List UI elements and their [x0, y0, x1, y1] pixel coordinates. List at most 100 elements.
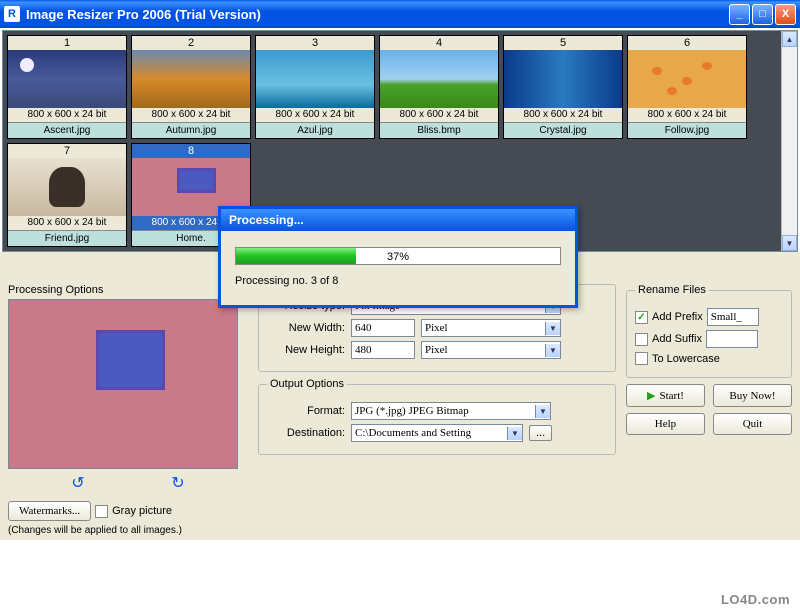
new-height-label: New Height:	[267, 344, 345, 356]
width-unit-select[interactable]: Pixel ▼	[421, 319, 561, 337]
watermarks-button[interactable]: Watermarks...	[8, 501, 91, 521]
processing-options-panel: Processing Options ↺ ↻ Watermarks... Gra…	[8, 284, 248, 536]
thumbnail-image	[628, 50, 746, 108]
thumbnail[interactable]: 3 800 x 600 x 24 bitAzul.jpg	[255, 35, 375, 139]
thumbnail-dimensions: 800 x 600 x 24 bit	[504, 108, 622, 121]
destination-select[interactable]: C:\Documents and Setting ▼	[351, 424, 523, 442]
thumbnail[interactable]: 5 800 x 600 x 24 bitCrystal.jpg	[503, 35, 623, 139]
progress-bar: 37%	[235, 247, 561, 265]
thumbnail-index: 5	[504, 36, 622, 50]
add-prefix-label: Add Prefix	[652, 311, 703, 323]
chevron-down-icon: ▼	[545, 322, 560, 335]
thumbnail-index: 6	[628, 36, 746, 50]
site-watermark: LO4D.com	[721, 592, 790, 607]
dialog-title: Processing...	[221, 209, 575, 231]
chevron-down-icon: ▼	[535, 405, 550, 418]
thumbnail[interactable]: 2 800 x 600 x 24 bitAutumn.jpg	[131, 35, 251, 139]
format-select[interactable]: JPG (*.jpg) JPEG Bitmap ▼	[351, 402, 551, 420]
thumbnail-filename: Autumn.jpg	[132, 122, 250, 138]
thumbnail-index: 4	[380, 36, 498, 50]
new-width-input[interactable]	[351, 319, 415, 337]
thumbnail[interactable]: 6 800 x 600 x 24 bitFollow.jpg	[627, 35, 747, 139]
rename-files-group: Rename Files ✓ Add Prefix Add Suffix To …	[626, 284, 792, 378]
preview-box	[8, 299, 238, 469]
thumbnail-index: 7	[8, 144, 126, 158]
maximize-button[interactable]: □	[752, 4, 773, 25]
height-unit-value: Pixel	[425, 344, 448, 356]
thumbnail-filename: Crystal.jpg	[504, 122, 622, 138]
thumbnail-index: 3	[256, 36, 374, 50]
thumbnail-dimensions: 800 x 600 x 24 bit	[8, 216, 126, 229]
format-value: JPG (*.jpg) JPEG Bitmap	[355, 405, 469, 417]
preview-image	[9, 300, 237, 468]
right-column: Rename Files ✓ Add Prefix Add Suffix To …	[626, 284, 792, 536]
output-options-legend: Output Options	[267, 378, 347, 390]
thumbnail[interactable]: 1 800 x 600 x 24 bitAscent.jpg	[7, 35, 127, 139]
titlebar: R Image Resizer Pro 2006 (Trial Version)…	[0, 0, 800, 28]
thumbnail-filename: Azul.jpg	[256, 122, 374, 138]
gray-picture-checkbox[interactable]	[95, 505, 108, 518]
thumbnail-image	[504, 50, 622, 108]
to-lowercase-label: To Lowercase	[652, 353, 720, 365]
prefix-input[interactable]	[707, 308, 759, 326]
chevron-down-icon: ▼	[507, 427, 522, 440]
changes-note: (Changes will be applied to all images.)	[8, 525, 248, 536]
thumbnail-filename: Bliss.bmp	[380, 122, 498, 138]
add-suffix-label: Add Suffix	[652, 333, 702, 345]
thumbnail-image	[8, 50, 126, 108]
new-height-input[interactable]	[351, 341, 415, 359]
browse-button[interactable]: ...	[529, 425, 552, 441]
processing-dialog: Processing... 37% Processing no. 3 of 8	[218, 206, 578, 308]
thumbnail-dimensions: 800 x 600 x 24 bit	[132, 108, 250, 121]
quit-button[interactable]: Quit	[713, 413, 792, 435]
destination-value: C:\Documents and Setting	[355, 427, 471, 439]
thumbnail-image	[380, 50, 498, 108]
minimize-button[interactable]: _	[729, 4, 750, 25]
gray-picture-label: Gray picture	[112, 505, 172, 517]
thumbnail[interactable]: 4 800 x 600 x 24 bitBliss.bmp	[379, 35, 499, 139]
thumbnail-filename: Ascent.jpg	[8, 122, 126, 138]
add-prefix-checkbox[interactable]: ✓	[635, 311, 648, 324]
thumbnail-image	[256, 50, 374, 108]
rotate-ccw-icon[interactable]: ↺	[71, 473, 84, 493]
width-unit-value: Pixel	[425, 322, 448, 334]
progress-percent: 37%	[236, 248, 560, 266]
close-button[interactable]: X	[775, 4, 796, 25]
thumbnail-index: 1	[8, 36, 126, 50]
chevron-down-icon: ▼	[545, 344, 560, 357]
to-lowercase-checkbox[interactable]	[635, 352, 648, 365]
thumbnail-dimensions: 800 x 600 x 24 bit	[628, 108, 746, 121]
height-unit-select[interactable]: Pixel ▼	[421, 341, 561, 359]
thumbnail-image	[8, 158, 126, 216]
thumbnail-index: 8	[132, 144, 250, 158]
thumbnail-index: 2	[132, 36, 250, 50]
thumbnail-scrollbar[interactable]: ▲ ▼	[781, 31, 797, 251]
window-title: Image Resizer Pro 2006 (Trial Version)	[26, 7, 727, 22]
dialog-status: Processing no. 3 of 8	[235, 275, 561, 287]
thumbnail-dimensions: 800 x 600 x 24 bit	[8, 108, 126, 121]
scroll-down-icon[interactable]: ▼	[782, 235, 797, 251]
scroll-track[interactable]	[782, 47, 797, 235]
buy-now-button[interactable]: Buy Now!	[713, 384, 792, 407]
play-icon: ▶	[647, 389, 655, 402]
rotate-cw-icon[interactable]: ↻	[171, 473, 184, 493]
thumbnail-dimensions: 800 x 600 x 24 bit	[380, 108, 498, 121]
rename-files-legend: Rename Files	[635, 284, 709, 296]
start-button[interactable]: ▶ Start!	[626, 384, 705, 407]
help-button[interactable]: Help	[626, 413, 705, 435]
scroll-up-icon[interactable]: ▲	[782, 31, 797, 47]
new-width-label: New Width:	[267, 322, 345, 334]
format-label: Format:	[267, 405, 345, 417]
thumbnail-dimensions: 800 x 600 x 24 bit	[256, 108, 374, 121]
destination-label: Destination:	[267, 427, 345, 439]
thumbnail-filename: Follow.jpg	[628, 122, 746, 138]
thumbnail-image	[132, 50, 250, 108]
processing-options-label: Processing Options	[8, 284, 248, 296]
output-options-group: Output Options Format: JPG (*.jpg) JPEG …	[258, 378, 616, 455]
start-label: Start!	[660, 390, 684, 402]
add-suffix-checkbox[interactable]	[635, 333, 648, 346]
thumbnail-filename: Friend.jpg	[8, 230, 126, 246]
thumbnail[interactable]: 7 800 x 600 x 24 bitFriend.jpg	[7, 143, 127, 247]
suffix-input[interactable]	[706, 330, 758, 348]
middle-column: Resize type: Fix Image ▼ New Width: Pixe…	[258, 284, 616, 536]
